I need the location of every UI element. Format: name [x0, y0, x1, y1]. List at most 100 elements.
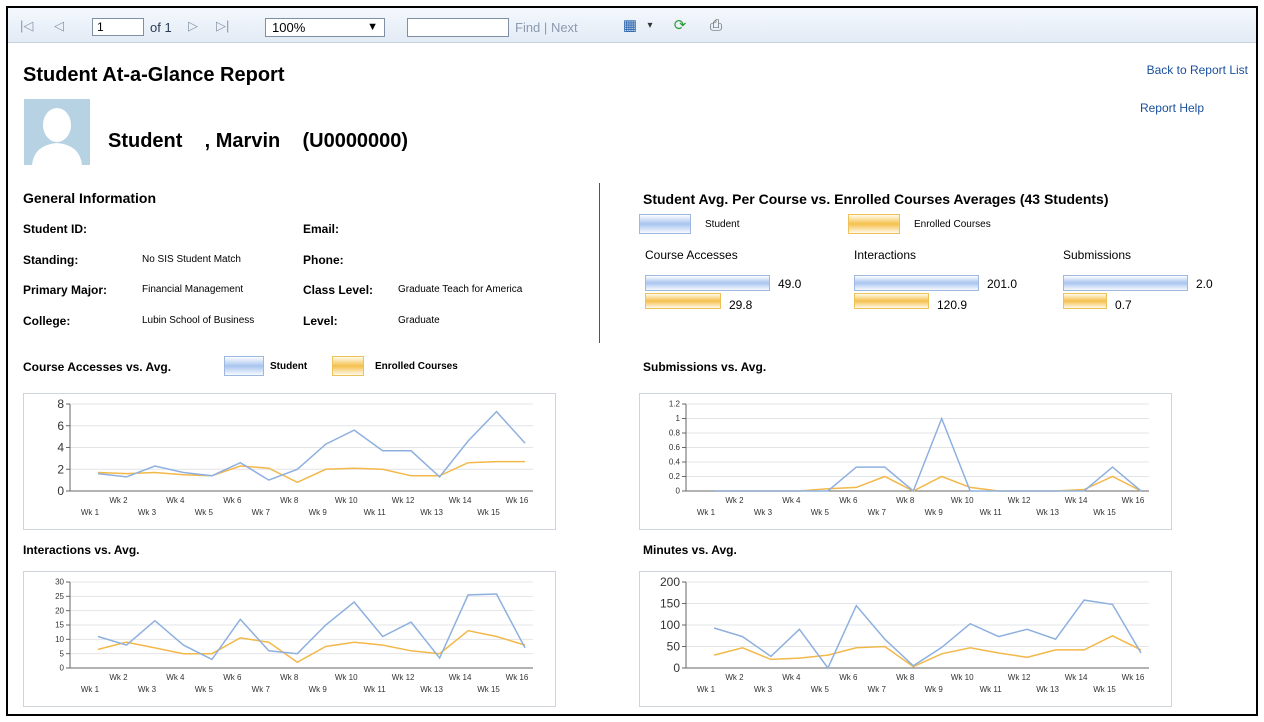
- back-to-report-list-link[interactable]: Back to Report List: [1147, 63, 1248, 77]
- y-tick-label: 20: [55, 606, 64, 615]
- export-dropdown-icon[interactable]: ▾: [640, 17, 660, 35]
- student-avg-value-0: 49.0: [778, 277, 802, 291]
- x-tick-label: Wk 7: [252, 508, 271, 517]
- x-tick-label: Wk 1: [81, 508, 100, 517]
- x-tick-label: Wk 6: [223, 673, 242, 682]
- level-label: Level:: [303, 314, 338, 328]
- x-tick-label: Wk 5: [195, 685, 214, 694]
- zoom-value: 100%: [272, 20, 306, 35]
- next-page-icon[interactable]: ▷: [188, 19, 198, 32]
- standing-label: Standing:: [23, 253, 79, 267]
- x-tick-label: Wk 13: [420, 685, 443, 694]
- x-tick-label: Wk 5: [811, 685, 830, 694]
- class-level-value: Graduate Teach for America: [398, 284, 523, 295]
- x-tick-label: Wk 6: [839, 673, 858, 682]
- next-link[interactable]: Next: [551, 20, 578, 35]
- submissions-chart: 0 0.2 0.4 0.6 0.8 1 1.2 Wk 1 Wk 2 Wk 3 Wk 4 Wk 5 Wk …: [639, 393, 1172, 530]
- x-tick-label: Wk 3: [754, 508, 773, 517]
- x-tick-label: Wk 16: [1122, 496, 1145, 505]
- y-tick-label: 0: [673, 661, 680, 675]
- series-line-enrolled: [714, 475, 1142, 492]
- x-tick-label: Wk 10: [951, 673, 974, 682]
- legend-student-swatch: [639, 214, 691, 234]
- x-tick-label: Wk 11: [980, 685, 1003, 694]
- series-line-student: [714, 416, 1142, 493]
- x-tick-label: Wk 12: [392, 496, 415, 505]
- x-tick-label: Wk 13: [420, 508, 443, 517]
- primary-major-label: Primary Major:: [23, 283, 108, 297]
- x-tick-label: Wk 4: [782, 496, 801, 505]
- series-line-student: [97, 410, 526, 481]
- y-tick-label: 10: [55, 635, 64, 644]
- y-tick-label: 15: [55, 621, 64, 630]
- y-tick-label: 200: [660, 575, 680, 589]
- x-tick-label: Wk 3: [754, 685, 773, 694]
- x-tick-label: Wk 15: [477, 508, 500, 517]
- y-tick-label: 0.6: [669, 443, 681, 452]
- x-tick-label: Wk 15: [477, 685, 500, 694]
- prev-page-icon[interactable]: ◁: [54, 19, 64, 32]
- x-tick-label: Wk 1: [697, 685, 716, 694]
- print-icon[interactable]: ⎙: [706, 17, 726, 35]
- minutes-chart-title: Minutes vs. Avg.: [643, 543, 737, 557]
- x-tick-label: Wk 9: [309, 508, 328, 517]
- y-tick-label: 0.8: [669, 429, 681, 438]
- minutes-chart: 0 50 100 150 200 Wk 1 Wk 2 Wk 3 Wk 4 Wk 5 Wk 6 Wk 7…: [639, 571, 1172, 707]
- y-tick-label: 0.4: [669, 458, 681, 467]
- x-tick-label: Wk 10: [335, 673, 358, 682]
- college-label: College:: [23, 314, 71, 328]
- chart-svg-0: 0 2 4 6 8 Wk 1 Wk 2 Wk 3 Wk 4 Wk 5 Wk 6 Wk 7 Wk 8 Wk …: [57, 397, 533, 517]
- report-help-link[interactable]: Report Help: [1140, 101, 1204, 115]
- last-page-icon[interactable]: ▷|: [216, 19, 229, 32]
- x-tick-label: Wk 2: [725, 496, 744, 505]
- metric-label-0: Course Accesses: [645, 248, 738, 262]
- find-input[interactable]: [407, 18, 509, 37]
- y-tick-label: 0.2: [669, 472, 681, 481]
- x-tick-label: Wk 12: [1008, 673, 1031, 682]
- page-number-input[interactable]: 1: [92, 18, 144, 36]
- interactions-chart: 0 5 10 15 20 25 30 Wk 1 Wk 2 Wk 3 Wk 4 Wk 5 Wk 6 Wk 7…: [23, 571, 556, 707]
- x-tick-label: Wk 6: [839, 496, 858, 505]
- zoom-select[interactable]: 100% ▼: [265, 18, 385, 37]
- x-tick-label: Wk 9: [309, 685, 328, 694]
- x-tick-label: Wk 13: [1036, 685, 1059, 694]
- chart-legend-student-label: Student: [270, 361, 308, 372]
- standing-value: No SIS Student Match: [142, 254, 241, 265]
- student-name-heading: Student , Marvin (U0000000): [108, 130, 409, 152]
- general-info-heading: General Information: [23, 190, 157, 206]
- x-tick-label: Wk 1: [697, 508, 716, 517]
- find-next-group: Find | Next: [515, 20, 578, 35]
- x-tick-label: Wk 3: [138, 685, 157, 694]
- export-icon[interactable]: ▦: [620, 17, 640, 35]
- chevron-down-icon: ▼: [367, 21, 378, 33]
- report-title: Student At-a-Glance Report: [23, 64, 285, 86]
- section-divider: [599, 183, 600, 343]
- y-tick-label: 2: [57, 462, 64, 476]
- x-tick-label: Wk 2: [109, 673, 128, 682]
- student-avg-value-1: 201.0: [987, 277, 1018, 291]
- chart-legend-enrolled-swatch: [332, 356, 364, 376]
- chart-svg-3: 0 50 100 150 200 Wk 1 Wk 2 Wk 3 Wk 4 Wk 5 Wk 6 Wk 7…: [660, 575, 1149, 694]
- x-tick-label: Wk 12: [392, 673, 415, 682]
- x-tick-label: Wk 8: [896, 673, 915, 682]
- student-id-label: Student ID:: [23, 222, 87, 236]
- x-tick-label: Wk 2: [109, 496, 128, 505]
- level-value: Graduate: [398, 315, 440, 326]
- enrolled-avg-bar-1: [854, 293, 929, 309]
- x-tick-label: Wk 7: [868, 508, 887, 517]
- chart-legend-student-swatch: [224, 356, 264, 376]
- chart-svg-1: 0 0.2 0.4 0.6 0.8 1 1.2 Wk 1 Wk 2 Wk 3 Wk 4 Wk 5 Wk …: [669, 400, 1149, 517]
- y-tick-label: 100: [660, 618, 680, 632]
- x-tick-label: Wk 16: [506, 673, 529, 682]
- report-viewer: |◁ ◁ 1 of 1 ▷ ▷| 100% ▼ Find | Next ▦ ▾ …: [6, 6, 1258, 716]
- x-tick-label: Wk 7: [868, 685, 887, 694]
- x-tick-label: Wk 3: [138, 508, 157, 517]
- refresh-icon[interactable]: ⟳: [670, 17, 690, 35]
- first-page-icon[interactable]: |◁: [20, 19, 33, 32]
- y-tick-label: 0: [60, 664, 65, 673]
- y-tick-label: 1: [676, 414, 681, 423]
- averages-heading: Student Avg. Per Course vs. Enrolled Cou…: [643, 191, 1109, 207]
- find-link[interactable]: Find: [515, 20, 540, 35]
- person-silhouette-icon: [24, 99, 90, 165]
- student-avg-bar-2: [1063, 275, 1188, 291]
